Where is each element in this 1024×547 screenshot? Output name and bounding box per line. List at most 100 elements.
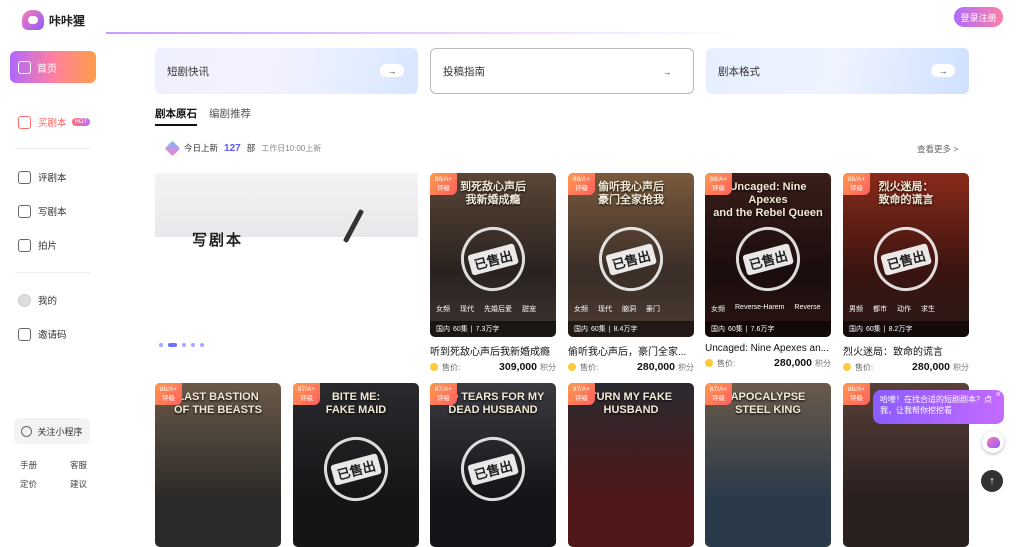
rating-badge: 88/A+ 评级 — [430, 173, 457, 195]
card-cover: NO TEARS FOR MY DEAD HUSBAND87/A+评级已售出 — [430, 383, 556, 547]
manual-link[interactable]: 手册 — [20, 459, 70, 471]
miniprogram-button[interactable]: 关注小程序 — [14, 418, 90, 444]
price-label: 售价: — [580, 362, 599, 372]
meta-words: 8.2万字 — [888, 326, 913, 333]
sidebar-item-review[interactable]: 评剧本 — [18, 170, 67, 184]
close-icon[interactable]: × — [996, 389, 1001, 400]
script-card[interactable]: 偷听我心声后 豪门全家抢我 88/A+ 评级 已售出 女频 现代 脑洞 豪门 国内 60集 | 8.4… — [568, 173, 694, 373]
script-card[interactable]: Uncaged: Nine Apexes and the Rebel Queen… — [705, 173, 831, 369]
script-card[interactable]: BITE ME: FAKE MAID 87/A+ 评级 已售出 — [293, 383, 419, 547]
sidebar-item-shoot[interactable]: 拍片 — [18, 238, 57, 252]
script-card[interactable]: 到死敌心声后 我新婚成瘾 88/A+ 评级 已售出 女频 现代 先婚后爱 甜宠 国内 60集 | 7.… — [430, 173, 556, 373]
card-title[interactable]: 听到死敌心声后我新婚成瘾 — [430, 343, 556, 358]
meta-episodes: 60集 — [728, 326, 743, 333]
rating-label: 评级 — [850, 185, 863, 192]
rating-badge: 88/A+ 评级 — [843, 173, 870, 195]
sold-stamp: 已售出 — [316, 429, 396, 509]
script-card[interactable]: LAST BASTION OF THE BEASTS 88/A+ 评级 — [155, 383, 281, 547]
carousel-dot[interactable] — [159, 343, 163, 347]
carousel-dot-active[interactable] — [168, 343, 177, 347]
chat-text: 哈喽！在找合适的短剧剧本？点我，让我帮你挖挖看 — [880, 395, 992, 415]
card-title[interactable]: 偷听我心声后，豪门全家... — [568, 343, 694, 358]
footer-links: 手册 客服 定价 建议 — [20, 459, 100, 490]
carousel[interactable]: 写剧本 — [155, 173, 418, 338]
genre-tag: 先婚后爱 — [484, 306, 512, 313]
sidebar-item-mine[interactable]: 我的 — [18, 293, 57, 307]
banner-news[interactable]: 短剧快讯 → — [155, 48, 418, 94]
genre-tag: Reverse — [794, 304, 821, 311]
banner-label: 投稿指南 — [443, 65, 485, 78]
view-more-link[interactable]: 查看更多 > — [917, 143, 958, 155]
card-title[interactable]: Uncaged: Nine Apexes an... — [705, 343, 831, 354]
today-new-bar: 今日上新 127 部 工作日10:00上新 — [164, 140, 321, 156]
carousel-dot[interactable] — [200, 343, 204, 347]
tab-bar: 剧本原石 编剧推荐 — [155, 106, 251, 126]
rating-label: 评级 — [712, 185, 725, 192]
rating-score: 88/A+ — [159, 386, 178, 393]
banner-script-format[interactable]: 剧本格式 → — [706, 48, 969, 94]
price-label: 售价: — [442, 362, 461, 372]
tab-writer-recommend[interactable]: 编剧推荐 — [209, 106, 251, 126]
sidebar-item-buy[interactable]: 买剧本 HOT — [18, 115, 91, 129]
carousel-dots — [159, 343, 204, 347]
sidebar-item-label: 写剧本 — [38, 207, 67, 218]
rating-badge: 87/A+ 评级 — [705, 383, 732, 405]
carousel-dot[interactable] — [182, 343, 186, 347]
sidebar-item-invite[interactable]: 邀请码 — [18, 327, 67, 341]
genre-tag: 求生 — [921, 306, 935, 313]
assistant-button[interactable] — [982, 431, 1004, 453]
rating-label: 评级 — [575, 185, 588, 192]
arrow-right-icon: → — [931, 64, 955, 77]
rating-score: 88/A+ — [847, 176, 866, 183]
script-card[interactable]: NO TEARS FOR MY DEAD HUSBAND87/A+评级已售出 — [430, 383, 556, 547]
price-value: 280,000 — [774, 357, 812, 369]
film-icon — [18, 238, 31, 252]
genre-tags: 女频 现代 脑洞 豪门 — [574, 304, 660, 314]
sold-stamp: 已售出 — [866, 219, 946, 299]
price-row: 售价: 309,000 积分 — [430, 361, 556, 373]
home-icon — [18, 60, 31, 74]
rating-label: 评级 — [437, 185, 450, 192]
gift-icon — [18, 327, 31, 341]
rating-badge: 88/A+ 评级 — [843, 383, 870, 405]
card-meta: 国内 60集 | 7.3万字 — [430, 321, 556, 337]
carousel-image — [155, 173, 418, 237]
script-card[interactable]: 烈火迷局： 致命的谎言 88/A+ 评级 已售出 男频 都市 动作 求生 国内 60集 | 8.2万字… — [843, 173, 969, 373]
rating-badge: 88/A+ 评级 — [705, 173, 732, 195]
support-link[interactable]: 客服 — [70, 459, 100, 471]
meta-region: 国内 — [574, 326, 588, 333]
card-meta: 国内 60集 | 7.6万字 — [705, 321, 831, 337]
script-card[interactable]: TURN MY FAKE HUSBAND 87/A+ 评级 — [568, 383, 694, 547]
tab-script-gems[interactable]: 剧本原石 — [155, 106, 197, 126]
logo[interactable]: 咔咔猩 — [22, 10, 85, 30]
script-card[interactable]: APOCALYPSE STEEL KING 87/A+ 评级 — [705, 383, 831, 547]
sidebar-item-write[interactable]: 写剧本 — [18, 204, 67, 218]
sidebar-item-label: 我的 — [38, 296, 58, 307]
card-cover: 偷听我心声后 豪门全家抢我 88/A+ 评级 已售出 女频 现代 脑洞 豪门 国内 60集 | 8.4… — [568, 173, 694, 337]
card-title[interactable]: 烈火迷局：致命的谎言 — [843, 343, 969, 358]
back-to-top-button[interactable]: ↑ — [981, 470, 1003, 492]
login-button[interactable]: 登录注册 — [954, 7, 1003, 27]
pricing-link[interactable]: 定价 — [20, 478, 70, 490]
chat-bubble[interactable]: 哈喽！在找合适的短剧剧本？点我，让我帮你挖挖看 × — [873, 389, 1004, 424]
rating-score: 88/A+ — [709, 176, 728, 183]
sidebar-item-home[interactable]: 首页 — [10, 51, 96, 83]
carousel-dot[interactable] — [191, 343, 195, 347]
coin-icon — [568, 363, 576, 371]
genre-tag: 男频 — [849, 306, 863, 313]
genre-tag: 都市 — [873, 306, 887, 313]
sidebar-item-label: 拍片 — [38, 241, 58, 252]
rating-score: 88/A+ — [572, 176, 591, 183]
rating-label: 评级 — [850, 395, 863, 402]
cart-icon — [18, 115, 31, 129]
logo-text: 咔咔猩 — [49, 13, 86, 28]
sold-label: 已售出 — [605, 242, 657, 276]
card-cover: BITE ME: FAKE MAID 87/A+ 评级 已售出 — [293, 383, 419, 547]
genre-tag: 现代 — [460, 306, 474, 313]
feedback-link[interactable]: 建议 — [70, 478, 100, 490]
genre-tag: 女频 — [711, 306, 725, 313]
banner-submission-guide[interactable]: 投稿指南 → — [430, 48, 694, 94]
meta-episodes: 60集 — [591, 326, 606, 333]
meta-episodes: 60集 — [866, 326, 881, 333]
rating-badge: 87/A+ 评级 — [293, 383, 320, 405]
